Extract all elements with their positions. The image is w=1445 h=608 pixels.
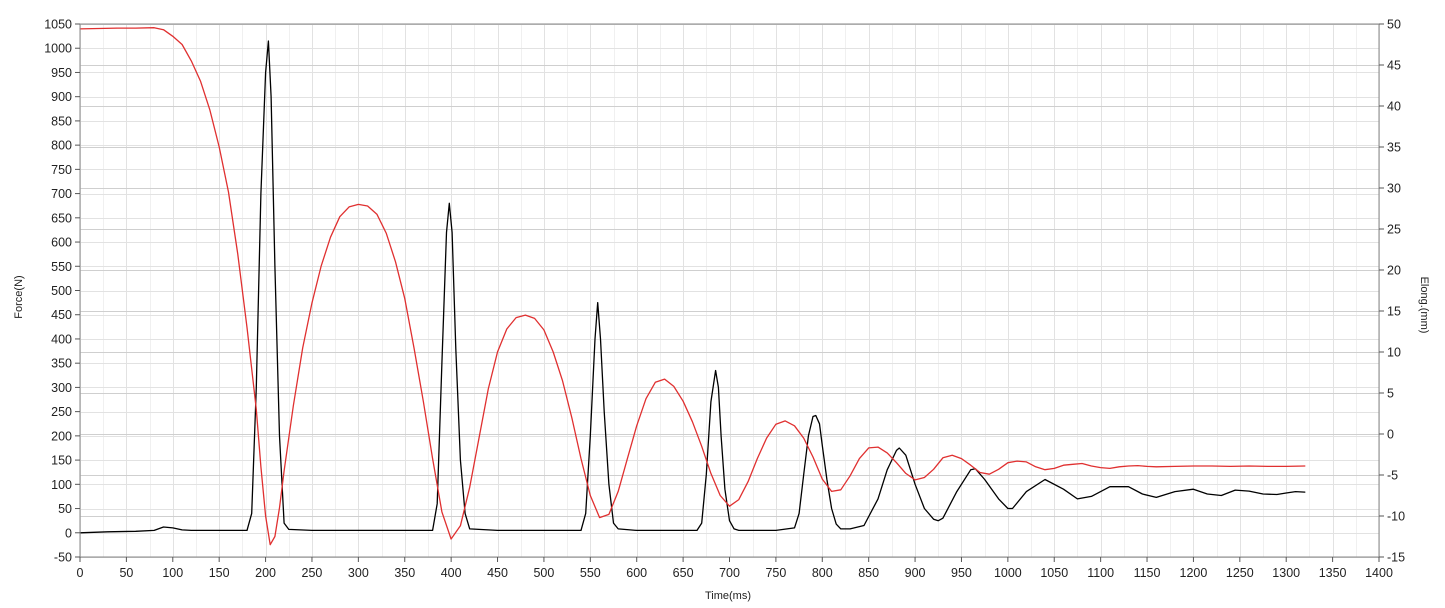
y-tick-label: 800	[51, 139, 72, 153]
x-tick-label: 850	[858, 566, 879, 580]
x-tick-label: 1000	[994, 566, 1022, 580]
y-axis-title: Force(N)	[13, 275, 25, 318]
x-tick-label: 200	[255, 566, 276, 580]
x-tick-label: 1200	[1180, 566, 1208, 580]
y-tick-label: 1050	[44, 18, 72, 32]
plot-background	[80, 24, 1379, 557]
x-tick-label: 400	[441, 566, 462, 580]
x-axis-ticks: 0 50 100 150 200 250 300 350 400 450 500 550 600 650 7…	[77, 557, 1393, 580]
x-tick-label: 900	[905, 566, 926, 580]
x-tick-label: 0	[77, 566, 84, 580]
y-tick-label: 600	[51, 236, 72, 250]
y-tick-label: 900	[51, 90, 72, 104]
x-tick-label: 950	[951, 566, 972, 580]
y2-tick-label: 0	[1387, 428, 1394, 442]
x-tick-label: 500	[533, 566, 554, 580]
x-tick-label: 750	[765, 566, 786, 580]
x-tick-label: 600	[626, 566, 647, 580]
y-tick-label: 250	[51, 405, 72, 419]
y2-tick-label: 10	[1387, 346, 1401, 360]
y2-axis-ticks: -15 -10 -5 0 5 10 15 20 25 30 35 40 45 50	[1379, 18, 1405, 565]
y2-tick-label: 40	[1387, 100, 1401, 114]
y-tick-label: 550	[51, 260, 72, 274]
y-tick-label: 950	[51, 66, 72, 80]
y2-tick-label: 15	[1387, 305, 1401, 319]
y-tick-label: 700	[51, 187, 72, 201]
x-tick-label: 450	[487, 566, 508, 580]
chart-container: 0 50 100 150 200 250 300 350 400 450 500 550 600 650 7…	[0, 0, 1445, 608]
y-tick-label: 850	[51, 114, 72, 128]
y2-axis-title: Elong.(mm)	[1418, 277, 1430, 334]
y-tick-label: 350	[51, 357, 72, 371]
y2-tick-label: 45	[1387, 59, 1401, 73]
y-tick-label: 150	[51, 454, 72, 468]
y-tick-label: 500	[51, 284, 72, 298]
x-tick-label: 800	[812, 566, 833, 580]
x-tick-label: 100	[162, 566, 183, 580]
y-tick-label: -50	[54, 551, 72, 565]
y2-tick-label: -5	[1387, 469, 1398, 483]
y-tick-label: 450	[51, 308, 72, 322]
y-tick-label: 200	[51, 429, 72, 443]
y-tick-label: 50	[58, 502, 72, 516]
y-tick-label: 400	[51, 332, 72, 346]
x-tick-label: 1050	[1040, 566, 1068, 580]
x-tick-label: 550	[580, 566, 601, 580]
x-tick-label: 150	[209, 566, 230, 580]
x-tick-label: 50	[119, 566, 133, 580]
y2-tick-label: 50	[1387, 18, 1401, 32]
y-tick-label: 750	[51, 163, 72, 177]
y2-tick-label: 30	[1387, 182, 1401, 196]
x-tick-label: 1350	[1319, 566, 1347, 580]
y-tick-label: 300	[51, 381, 72, 395]
y-tick-label: 0	[65, 526, 72, 540]
y2-tick-label: 5	[1387, 387, 1394, 401]
x-tick-label: 350	[394, 566, 415, 580]
x-tick-label: 1400	[1365, 566, 1393, 580]
x-tick-label: 250	[302, 566, 323, 580]
x-tick-label: 650	[673, 566, 694, 580]
y-tick-label: 650	[51, 211, 72, 225]
y2-tick-label: -10	[1387, 510, 1405, 524]
x-axis-title: Time(ms)	[705, 590, 751, 602]
y2-tick-label: -15	[1387, 551, 1405, 565]
y-tick-label: 100	[51, 478, 72, 492]
x-tick-label: 1250	[1226, 566, 1254, 580]
x-tick-label: 1300	[1272, 566, 1300, 580]
force-elongation-chart: 0 50 100 150 200 250 300 350 400 450 500 550 600 650 7…	[13, 18, 1430, 603]
y2-tick-label: 25	[1387, 223, 1401, 237]
x-tick-label: 1150	[1134, 566, 1161, 580]
x-tick-label: 1100	[1087, 566, 1114, 580]
y2-tick-label: 20	[1387, 264, 1401, 278]
x-tick-label: 300	[348, 566, 369, 580]
y-tick-label: 1000	[44, 42, 72, 56]
y2-tick-label: 35	[1387, 141, 1401, 155]
y-axis-ticks: -50 0 50 100 150 200 250 300 350 400 450 500 550 600 6…	[44, 18, 80, 565]
x-tick-label: 700	[719, 566, 740, 580]
